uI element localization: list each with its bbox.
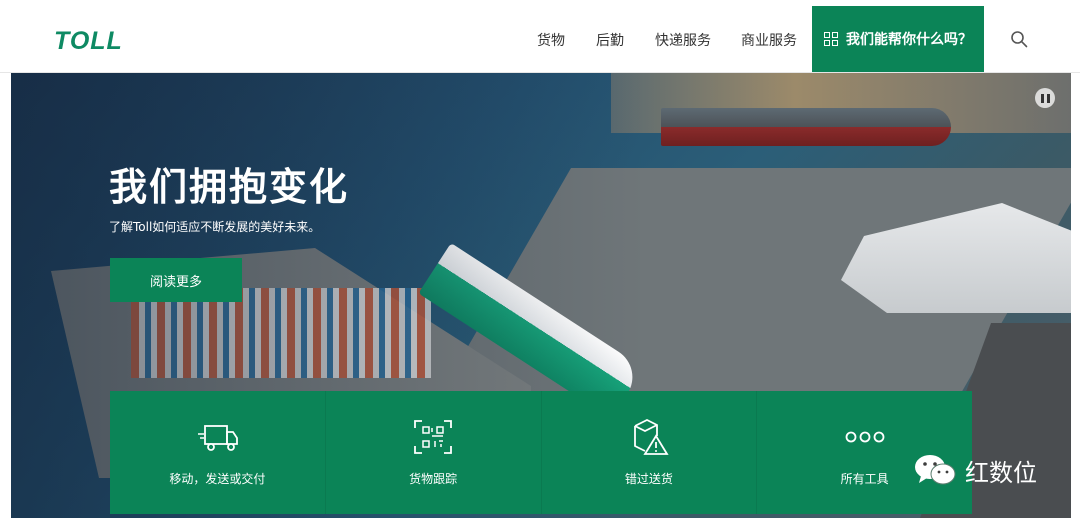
- pause-video-button[interactable]: [1035, 88, 1055, 108]
- tool-label: 所有工具: [840, 472, 889, 486]
- help-button[interactable]: 我们能帮你什么吗？: [812, 6, 984, 72]
- tool-tiles: 移动，发送或交付 货物跟踪 错过送货 所有工具: [110, 391, 972, 514]
- watermark: 红数位: [913, 452, 1037, 488]
- nav-item-business[interactable]: 商业服务: [741, 30, 797, 50]
- tool-tile-track[interactable]: 货物跟踪: [325, 391, 542, 514]
- tool-tile-missed-delivery[interactable]: 错过送货: [541, 391, 758, 514]
- hero-subtitle: 了解Toll如何适应不断发展的美好未来。: [109, 220, 321, 234]
- nav-item-logistics[interactable]: 后勤: [596, 30, 624, 50]
- tool-label: 移动，发送或交付: [169, 472, 266, 486]
- read-more-button[interactable]: 阅读更多: [110, 258, 242, 302]
- nav-item-express[interactable]: 快递服务: [655, 30, 711, 50]
- nav-item-cargo[interactable]: 货物: [537, 30, 565, 50]
- watermark-text: 红数位: [965, 458, 1037, 487]
- tool-label: 货物跟踪: [409, 472, 458, 486]
- toll-logo[interactable]: TOLL: [54, 27, 123, 56]
- more-dots-icon: [845, 431, 885, 443]
- truck-icon: [198, 425, 239, 451]
- grid-icon: [824, 32, 838, 46]
- help-button-label: 我们能帮你什么吗？: [846, 32, 972, 48]
- qr-scan-icon: [414, 420, 453, 454]
- tool-tile-move-send[interactable]: 移动，发送或交付: [110, 391, 326, 514]
- wechat-icon: [915, 455, 956, 485]
- package-warning-icon: [633, 418, 669, 455]
- tool-label: 错过送货: [624, 472, 673, 486]
- hero-title: 我们拥抱变化: [109, 165, 350, 209]
- site-header: TOLL 货物 后勤 快递服务 商业服务 我们能帮你什么吗？: [0, 6, 1080, 73]
- search-icon[interactable]: [1010, 30, 1028, 48]
